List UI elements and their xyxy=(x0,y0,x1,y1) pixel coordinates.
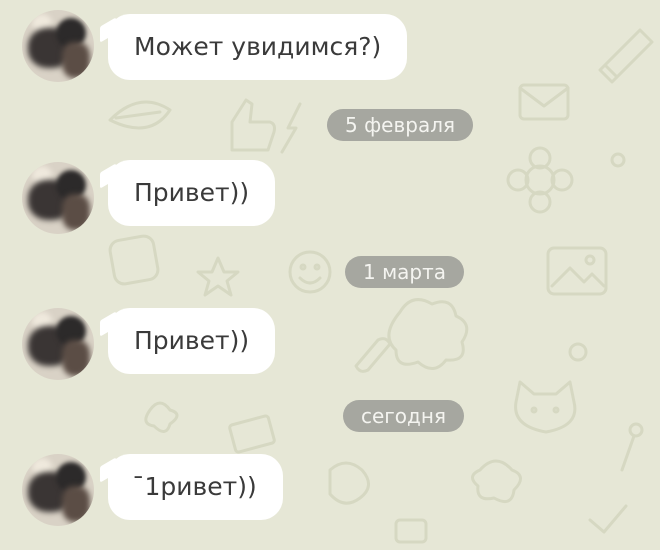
message-row[interactable]: Привет)) xyxy=(0,308,660,380)
smiley-doodle xyxy=(288,250,332,294)
avatar[interactable] xyxy=(22,454,94,526)
avatar[interactable] xyxy=(22,308,94,380)
envelope-doodle xyxy=(518,83,570,121)
message-bubble[interactable]: Привет)) xyxy=(108,308,276,374)
message-row[interactable]: Может увидимся?) xyxy=(0,10,660,84)
leaf-doodle xyxy=(108,100,172,130)
message-text: Привет)) xyxy=(134,178,250,207)
message-row[interactable]: ˉ1ривет)) xyxy=(0,454,660,526)
message-bubble[interactable]: ˉ1ривет)) xyxy=(108,454,283,520)
date-label: 1 марта xyxy=(363,260,447,284)
message-bubble[interactable]: Может увидимся?) xyxy=(108,14,408,80)
message-text: Может увидимся?) xyxy=(134,32,382,61)
date-separator: 1 марта xyxy=(345,256,465,288)
bolt-doodle xyxy=(280,102,302,154)
message-bubble[interactable]: Привет)) xyxy=(108,160,276,226)
cat-doodle xyxy=(514,380,577,434)
message-text: ˉ1ривет)) xyxy=(132,472,257,501)
avatar[interactable] xyxy=(22,10,94,82)
photo-doodle xyxy=(546,246,608,296)
date-separator: сегодня xyxy=(343,400,464,432)
date-label: сегодня xyxy=(361,404,446,428)
avatar[interactable] xyxy=(22,162,94,234)
thumb-doodle xyxy=(230,98,276,152)
message-text: Привет)) xyxy=(134,326,250,355)
date-separator: 5 февраля xyxy=(327,109,474,141)
date-label: 5 февраля xyxy=(345,113,456,137)
message-row[interactable]: Привет)) xyxy=(0,160,660,234)
star-doodle xyxy=(196,256,240,297)
